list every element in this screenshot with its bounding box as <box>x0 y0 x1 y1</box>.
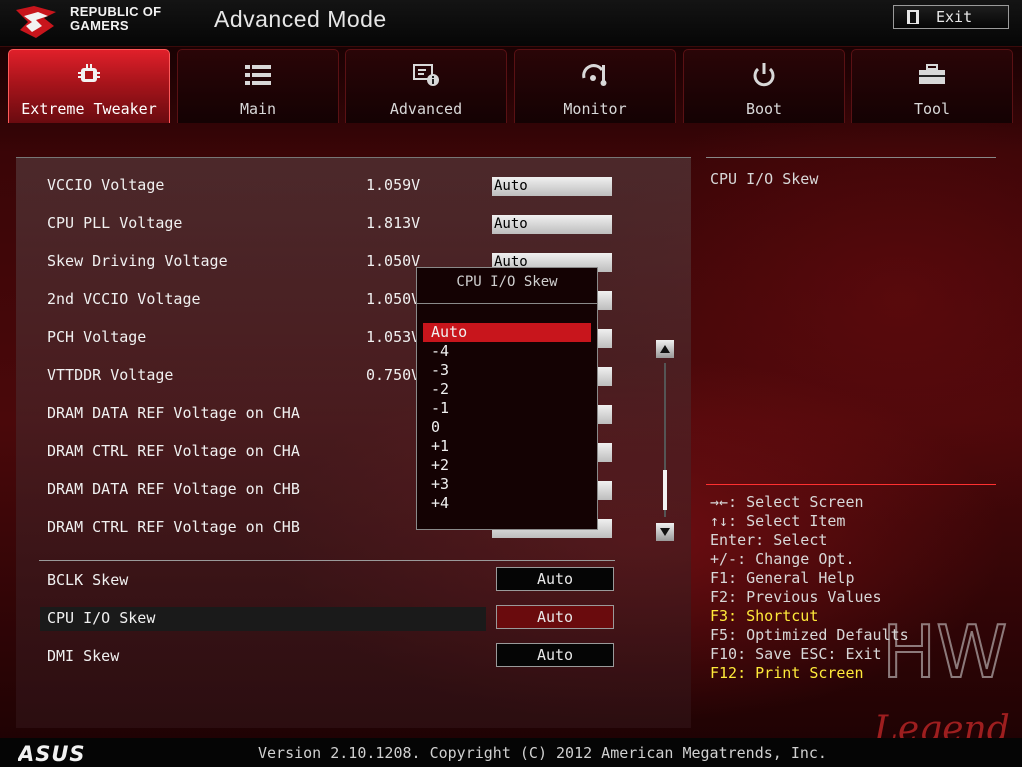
popup-option[interactable]: +4 <box>423 494 591 513</box>
tab-extreme-tweaker[interactable]: Extreme Tweaker <box>8 49 170 123</box>
scroll-thumb[interactable] <box>663 470 667 510</box>
key-hint: F1: General Help <box>710 569 855 587</box>
list-icon <box>245 65 271 85</box>
setting-label: DRAM DATA REF Voltage on CHB <box>47 480 300 498</box>
popup-option[interactable]: -4 <box>423 342 591 361</box>
tab-label: Tool <box>913 100 951 118</box>
monitor-gauge-icon <box>582 64 607 86</box>
brand-line-1: REPUBLIC OF <box>70 4 162 19</box>
voltage-input[interactable]: Auto <box>492 177 612 196</box>
tab-label: Main <box>239 100 277 118</box>
voltage-reading: 1.053V <box>366 328 421 346</box>
power-icon <box>753 63 775 87</box>
brand-text: REPUBLIC OF GAMERS <box>70 5 161 33</box>
toolbox-icon <box>919 64 945 84</box>
popup-option[interactable]: +2 <box>423 456 591 475</box>
popup-option[interactable]: -2 <box>423 380 591 399</box>
dmi-skew-dropdown[interactable]: Auto <box>496 643 614 667</box>
key-hint: Enter: Select <box>710 531 828 549</box>
voltage-reading: 1.050V <box>366 252 421 270</box>
option-popup: CPU I/O Skew Auto -4 -3 -2 -1 0 +1 +2 +3… <box>416 267 598 530</box>
voltage-reading: 1.050V <box>366 290 421 308</box>
header-bar: REPUBLIC OF GAMERS Advanced Mode Exit <box>0 0 1022 47</box>
tweaker-icon <box>78 64 100 82</box>
setting-label: DRAM DATA REF Voltage on CHA <box>47 404 300 422</box>
scroll-down-button[interactable] <box>656 523 674 541</box>
help-description: CPU I/O Skew <box>710 170 819 188</box>
setting-label: Skew Driving Voltage <box>47 252 228 270</box>
setting-row-cpu-pll[interactable]: CPU PLL Voltage 1.813V Auto <box>16 201 656 239</box>
skew-row-dmi[interactable]: DMI Skew Auto <box>40 643 630 669</box>
popup-option[interactable]: +1 <box>423 437 591 456</box>
voltage-reading: 1.059V <box>366 176 421 194</box>
help-divider-top <box>706 157 996 158</box>
advanced-info-icon <box>413 64 439 86</box>
tab-label: Monitor <box>563 100 627 118</box>
tab-label: Advanced <box>389 100 463 118</box>
setting-label: DRAM CTRL REF Voltage on CHB <box>47 518 300 536</box>
tab-label: Extreme Tweaker <box>21 100 157 118</box>
setting-label: BCLK Skew <box>47 571 129 589</box>
triangle-up-icon <box>660 345 670 353</box>
key-hint: +/-: Change Opt. <box>710 550 855 568</box>
popup-title: CPU I/O Skew <box>456 274 558 290</box>
footer-bar: ASUS Version 2.10.1208. Copyright (C) 20… <box>0 738 1022 767</box>
popup-option[interactable]: -3 <box>423 361 591 380</box>
svg-text:ASUS: ASUS <box>18 743 86 763</box>
rog-eye-logo-icon <box>16 6 56 38</box>
bclk-skew-dropdown[interactable]: Auto <box>496 567 614 591</box>
version-text: Version 2.10.1208. Copyright (C) 2012 Am… <box>258 744 827 762</box>
setting-label: PCH Voltage <box>47 328 147 346</box>
setting-label: CPU PLL Voltage <box>47 214 183 232</box>
setting-row-vccio[interactable]: VCCIO Voltage 1.059V Auto <box>16 163 656 201</box>
voltage-reading: 0.750V <box>366 366 421 384</box>
voltage-input[interactable]: Auto <box>492 215 612 234</box>
voltage-reading: 1.813V <box>366 214 421 232</box>
exit-label: Exit <box>936 8 973 26</box>
tab-tool[interactable]: Tool <box>851 49 1013 123</box>
tab-label: Boot <box>745 100 783 118</box>
skew-row-bclk[interactable]: BCLK Skew Auto <box>40 567 630 593</box>
setting-label: VTTDDR Voltage <box>47 366 174 384</box>
key-hint: →←: Select Screen <box>710 493 864 511</box>
cpu-io-skew-dropdown[interactable]: Auto <box>496 605 614 629</box>
brand-line-2: GAMERS <box>70 18 129 33</box>
popup-separator <box>417 303 597 304</box>
tab-bar: Extreme Tweaker Main Advanced Monitor Bo… <box>8 49 1014 123</box>
popup-option[interactable]: -1 <box>423 399 591 418</box>
popup-option[interactable]: Auto <box>423 323 591 342</box>
svg-text:HW: HW <box>882 610 1007 694</box>
tab-main[interactable]: Main <box>177 49 339 123</box>
tab-advanced[interactable]: Advanced <box>345 49 507 123</box>
mode-title: Advanced Mode <box>214 6 387 32</box>
exit-button[interactable]: Exit <box>893 5 1009 29</box>
popup-option[interactable]: +3 <box>423 475 591 494</box>
section-divider <box>39 560 615 561</box>
setting-label: DMI Skew <box>47 647 120 665</box>
setting-label: VCCIO Voltage <box>47 176 165 194</box>
setting-label: 2nd VCCIO Voltage <box>47 290 201 308</box>
skew-row-cpu-io[interactable]: CPU I/O Skew Auto <box>40 605 614 631</box>
key-hint: ↑↓: Select Item <box>710 512 846 530</box>
setting-label: CPU I/O Skew <box>47 609 156 627</box>
asus-logo: ASUS <box>18 743 86 763</box>
tab-boot[interactable]: Boot <box>683 49 845 123</box>
hwlegend-watermark-logo: HW Legend <box>873 609 1010 750</box>
popup-option[interactable]: 0 <box>423 418 591 437</box>
tab-monitor[interactable]: Monitor <box>514 49 676 123</box>
scroll-up-button[interactable] <box>656 340 674 358</box>
triangle-down-icon <box>660 528 670 536</box>
help-divider-red <box>706 484 996 485</box>
setting-label: DRAM CTRL REF Voltage on CHA <box>47 442 300 460</box>
exit-door-icon <box>907 10 919 24</box>
